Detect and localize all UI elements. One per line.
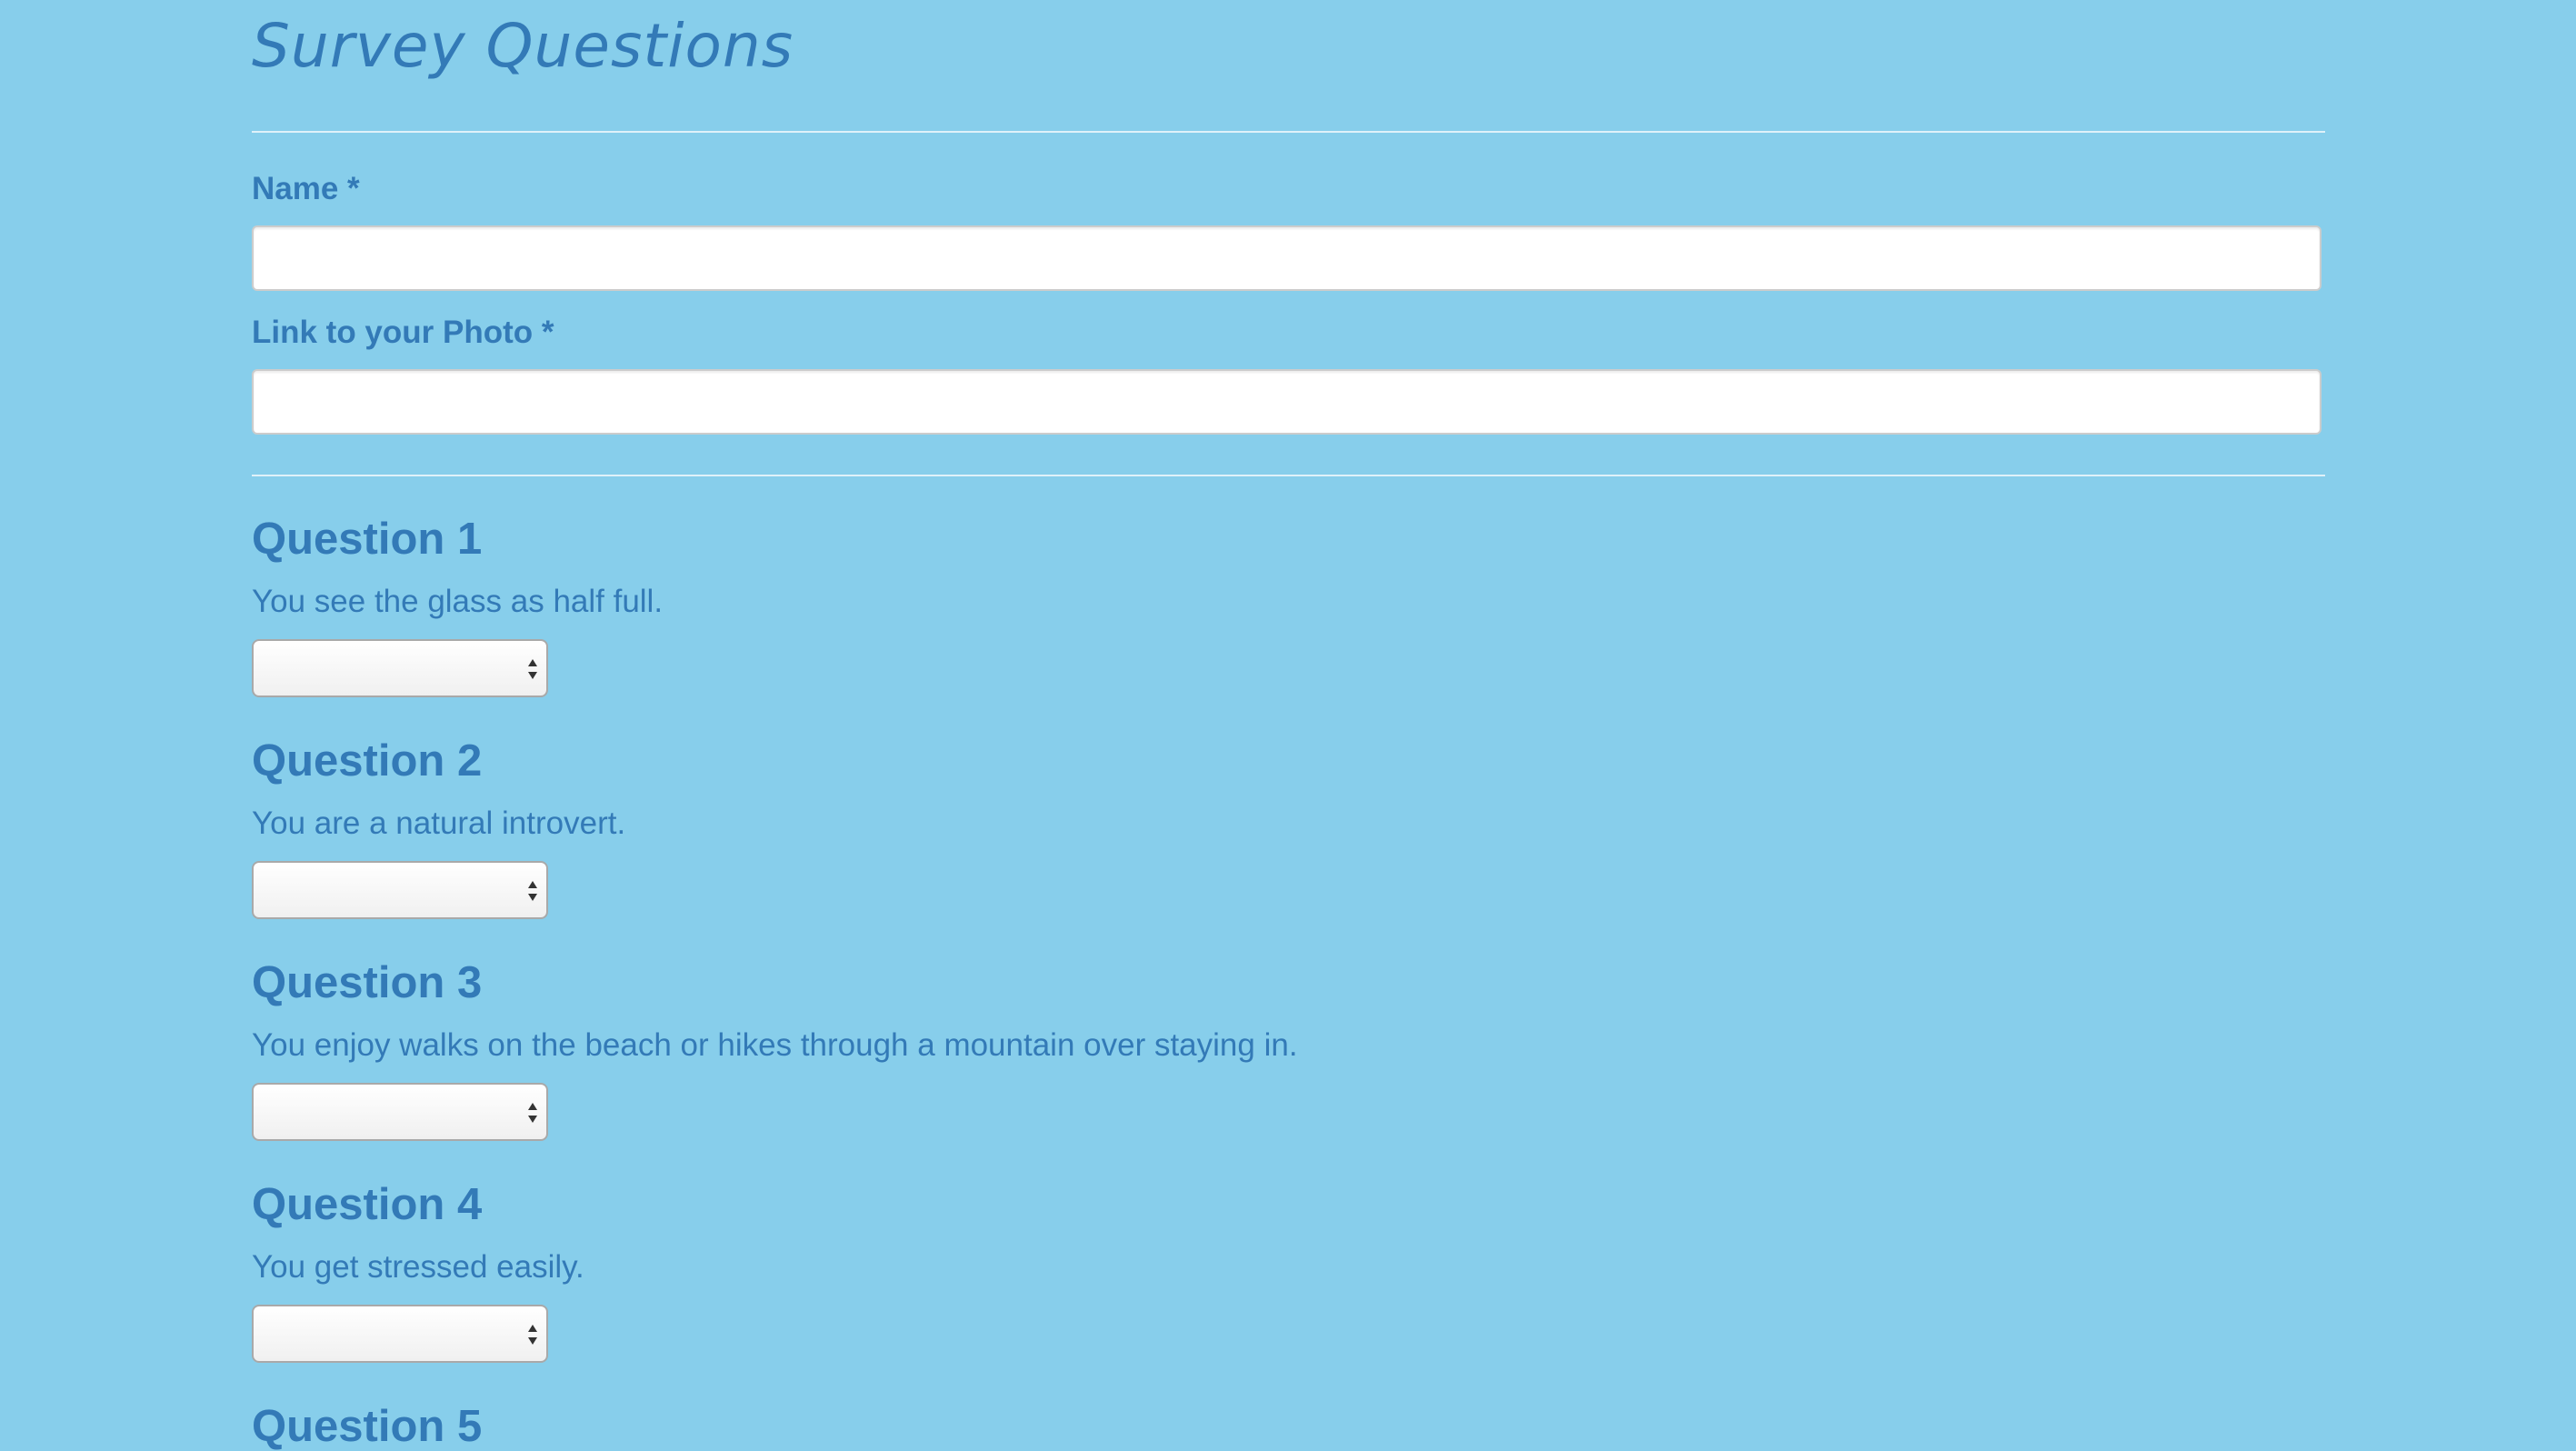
question-3-text: You enjoy walks on the beach or hikes th… bbox=[252, 1027, 1298, 1063]
question-2-select[interactable] bbox=[252, 861, 548, 919]
name-label: Name * bbox=[252, 171, 360, 206]
form-divider bbox=[252, 475, 2325, 476]
chevron-updown-icon bbox=[528, 659, 537, 679]
question-2-text: You are a natural introvert. bbox=[252, 806, 626, 841]
question-1-heading: Question 1 bbox=[252, 515, 483, 564]
page-title: Survey Questions bbox=[252, 11, 794, 81]
question-3-select[interactable] bbox=[252, 1083, 548, 1141]
photo-link-label: Link to your Photo * bbox=[252, 315, 554, 350]
question-2-heading: Question 2 bbox=[252, 736, 483, 786]
question-4-text: You get stressed easily. bbox=[252, 1249, 584, 1285]
question-4-heading: Question 4 bbox=[252, 1180, 483, 1229]
question-1-text: You see the glass as half full. bbox=[252, 584, 664, 619]
title-divider bbox=[252, 131, 2325, 133]
chevron-updown-icon bbox=[528, 881, 537, 901]
chevron-updown-icon bbox=[528, 1325, 537, 1345]
chevron-updown-icon bbox=[528, 1103, 537, 1123]
question-1-select[interactable] bbox=[252, 639, 548, 697]
question-3-heading: Question 3 bbox=[252, 958, 483, 1007]
photo-link-input[interactable] bbox=[252, 369, 2321, 435]
question-5-heading: Question 5 bbox=[252, 1402, 483, 1451]
name-input[interactable] bbox=[252, 225, 2321, 291]
question-4-select[interactable] bbox=[252, 1305, 548, 1363]
